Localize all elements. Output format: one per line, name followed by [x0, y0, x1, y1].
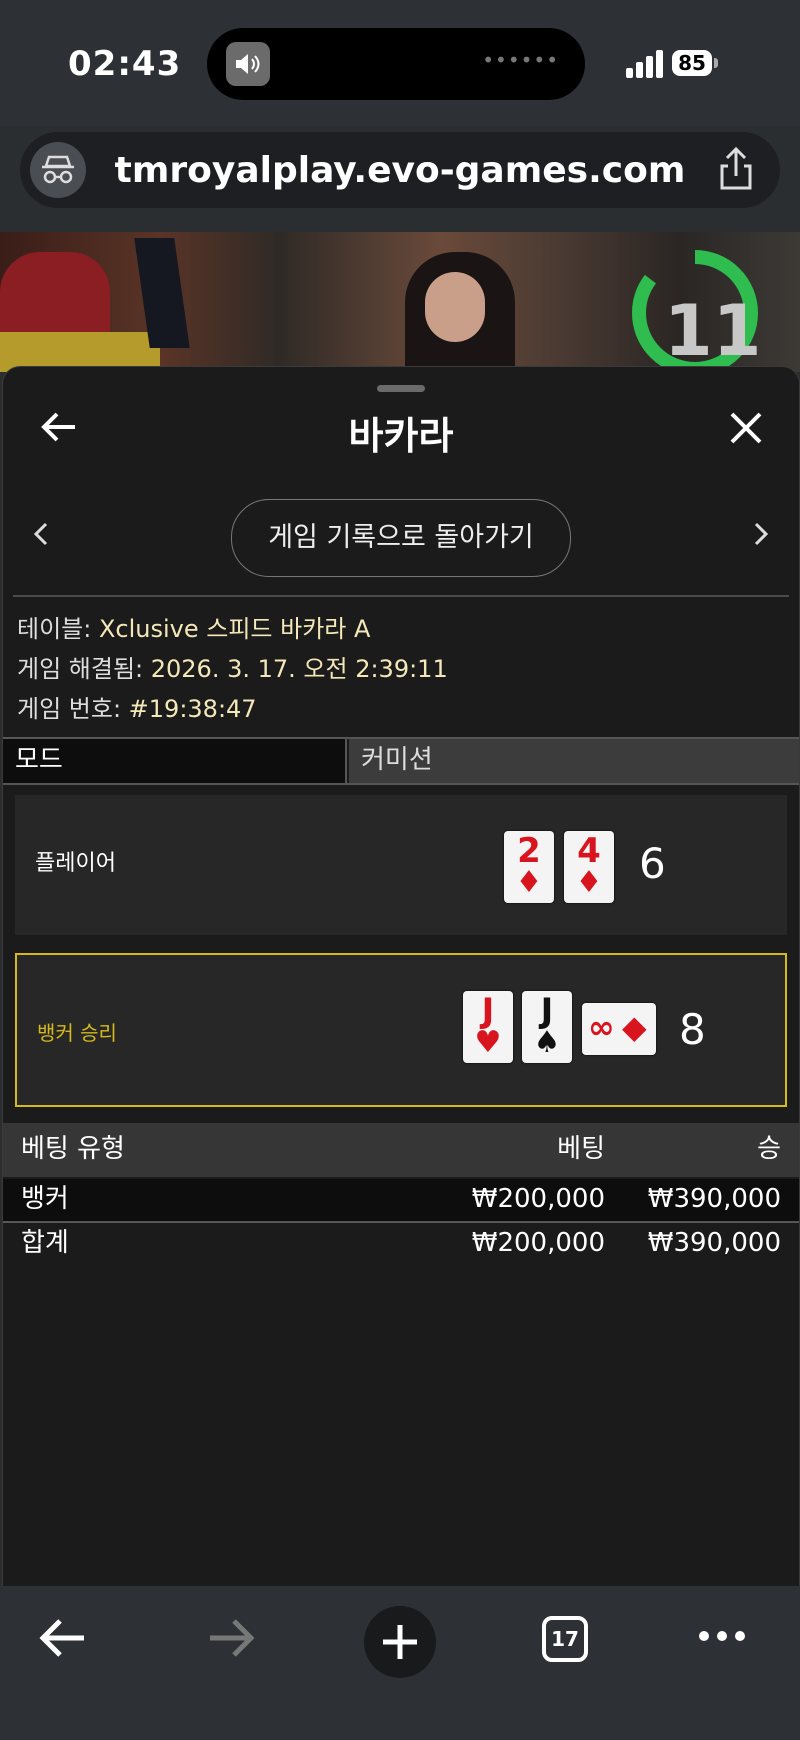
status-bar: 02:43 •••••• 85: [0, 0, 800, 126]
bet-type: 뱅커: [21, 1184, 69, 1214]
dynamic-island: ••••••: [207, 28, 585, 100]
player-card-1: 2 ♦: [504, 831, 554, 903]
banker-card-2: J ♠: [522, 991, 572, 1063]
table-label: 테이블:: [17, 615, 99, 643]
history-panel: 바카라 게임 기록으로 돌아가기 테이블: Xclusive 스피드 바카라 A…: [2, 366, 800, 1587]
more-icon[interactable]: [698, 1630, 746, 1642]
address-bar[interactable]: tmroyalplay.evo-games.com: [20, 132, 780, 208]
mode-value: 커미션: [349, 739, 799, 783]
back-to-history-button[interactable]: 게임 기록으로 돌아가기: [231, 499, 571, 577]
header-win: 승: [757, 1134, 781, 1164]
divider: [13, 595, 789, 597]
dealer-face: [425, 272, 485, 342]
plus-icon: [383, 1625, 417, 1659]
resolved-value: 2026. 3. 17. 오전 2:39:11: [150, 655, 448, 683]
battery-icon: 85: [672, 50, 712, 76]
spade-icon: ♠: [533, 1025, 561, 1060]
header-bet-type: 베팅 유형: [21, 1134, 125, 1164]
game-number-info: 게임 번호: #19:38:47: [17, 689, 257, 724]
back-icon[interactable]: [38, 1616, 88, 1660]
dots-indicator: ••••••: [482, 48, 559, 72]
signal-icon: [626, 50, 663, 78]
tabs-button[interactable]: 17: [542, 1616, 588, 1662]
chevron-right-icon[interactable]: [753, 521, 769, 547]
battery-tip: [714, 58, 718, 68]
win-amount: ₩390,000: [647, 1184, 781, 1214]
speaker-icon: [226, 42, 270, 86]
share-icon[interactable]: [716, 146, 756, 192]
player-label: 플레이어: [35, 851, 116, 876]
banker-score: 8: [679, 1005, 706, 1054]
total-bet: ₩200,000: [471, 1228, 605, 1258]
banker-win-label: 뱅커 승리: [37, 1021, 117, 1045]
resolved-info: 게임 해결됨: 2026. 3. 17. 오전 2:39:11: [17, 649, 448, 684]
total-label: 합계: [21, 1228, 69, 1258]
browser-toolbar: 17: [0, 1586, 800, 1740]
player-row: 플레이어 2 ♦ 4 ♦ 6: [15, 795, 787, 935]
player-card-2: 4 ♦: [564, 831, 614, 903]
new-tab-button[interactable]: [364, 1606, 436, 1678]
banker-card-3-sideways: ∞ ◆: [582, 1003, 656, 1055]
url-text[interactable]: tmroyalplay.evo-games.com: [20, 150, 780, 191]
resolved-label: 게임 해결됨:: [17, 655, 151, 683]
player-score: 6: [639, 839, 666, 888]
table-info: 테이블: Xclusive 스피드 바카라 A: [17, 609, 370, 644]
diamond-icon: ◆: [622, 1008, 647, 1046]
total-row: 합계 ₩200,000 ₩390,000: [3, 1223, 799, 1265]
card-rank: 2: [517, 831, 541, 871]
close-icon[interactable]: [729, 411, 763, 445]
total-win: ₩390,000: [647, 1228, 781, 1258]
table-row: 뱅커 ₩200,000 ₩390,000: [3, 1179, 799, 1223]
bets-header: 베팅 유형 베팅 승: [3, 1123, 799, 1177]
banker-row: 뱅커 승리 J ♥ J ♠ ∞ ◆ 8: [15, 953, 787, 1107]
card-rank: 4: [577, 831, 601, 871]
card-rank: ∞: [588, 1008, 615, 1046]
mode-label: 모드: [3, 739, 347, 783]
clock: 02:43: [68, 44, 182, 84]
game-number-label: 게임 번호:: [17, 695, 129, 723]
panel-title: 바카라: [348, 414, 454, 458]
heart-icon: ♥: [474, 1025, 502, 1060]
diamond-icon: ♦: [575, 865, 603, 900]
game-number-value: #19:38:47: [128, 695, 257, 723]
banker-card-1: J ♥: [463, 991, 513, 1063]
card-rank: J: [540, 991, 554, 1031]
bet-amount: ₩200,000: [471, 1184, 605, 1214]
card-rank: J: [481, 991, 495, 1031]
header-bet: 베팅: [557, 1134, 605, 1164]
countdown: 11: [664, 290, 762, 372]
table-value: Xclusive 스피드 바카라 A: [98, 615, 371, 643]
forward-icon[interactable]: [206, 1616, 256, 1660]
diamond-icon: ♦: [515, 865, 543, 900]
chevron-left-icon[interactable]: [33, 521, 49, 547]
mode-row: 모드 커미션: [3, 737, 799, 785]
drag-handle[interactable]: [377, 385, 425, 392]
